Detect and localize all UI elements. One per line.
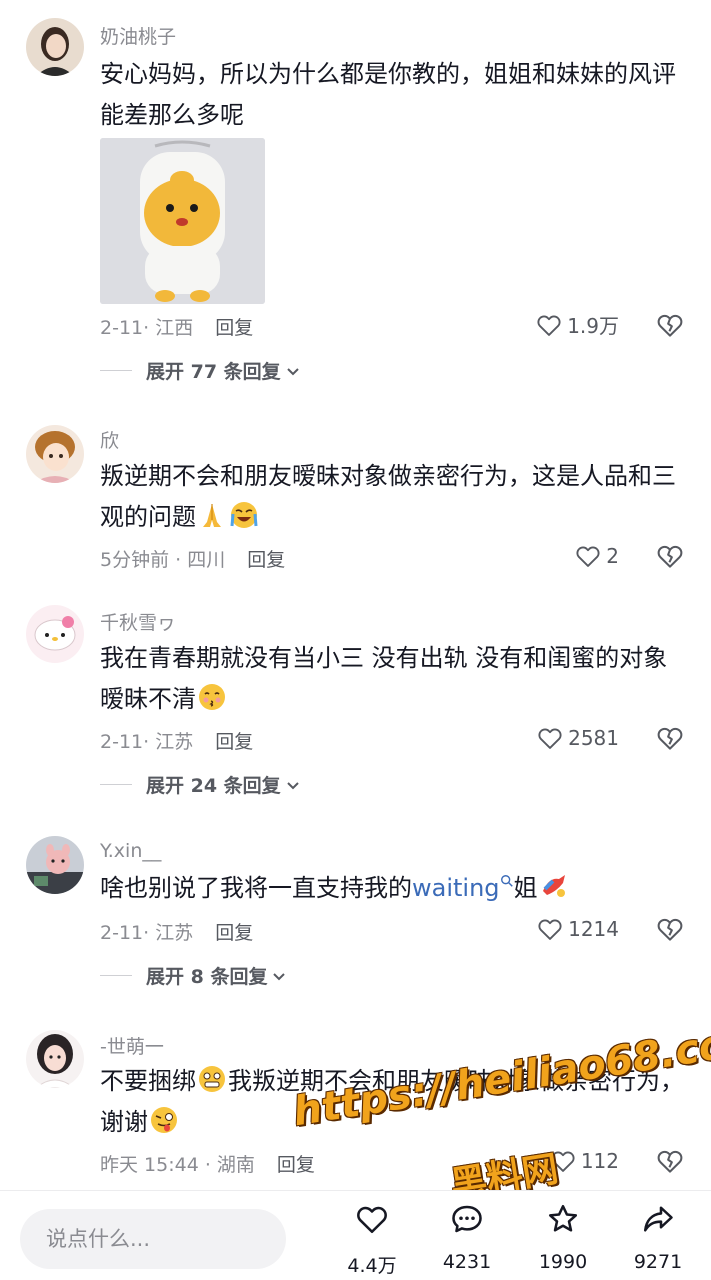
comment-text: 不要捆绑 我叛逆期不会和朋友暧昧对象做亲密行为，谢谢 [100, 1061, 685, 1143]
broken-heart-icon [657, 727, 683, 750]
pray-emoji [197, 500, 227, 530]
like-count: 1214 [568, 917, 619, 941]
like-button[interactable]: 2 [574, 542, 619, 570]
chevron-down-icon [286, 781, 299, 789]
expand-replies-button[interactable]: 展开 24 条回复 [100, 771, 301, 798]
expand-label: 展开 77 条回复 [146, 361, 281, 383]
username[interactable]: 欣 [100, 426, 119, 453]
dancing-emoji [539, 871, 569, 901]
expand-replies-button[interactable]: 展开 77 条回复 [100, 357, 301, 384]
username[interactable]: Y.xin__ [100, 840, 161, 862]
heart-outline-icon [357, 1206, 387, 1234]
divider [100, 975, 132, 976]
dislike-button[interactable] [655, 1146, 685, 1176]
like-action[interactable]: 4.4万 [327, 1201, 417, 1278]
like-button[interactable]: 1.9万 [535, 310, 619, 339]
comment-input[interactable]: 说点什么... [20, 1209, 286, 1269]
favorite-count: 1990 [538, 1251, 588, 1273]
like-count: 112 [580, 1149, 619, 1173]
heart-outline-icon [538, 919, 562, 940]
search-link[interactable]: waiting [412, 874, 514, 902]
search-icon [500, 875, 513, 887]
heart-outline-icon [538, 728, 562, 749]
comment-date-location: 2-11· 江苏 [100, 922, 194, 944]
dislike-button[interactable] [655, 914, 685, 944]
share-arrow-icon [643, 1206, 673, 1232]
avatar[interactable] [26, 18, 84, 76]
heart-outline-icon [551, 1151, 575, 1172]
like-button[interactable]: 112 [549, 1147, 619, 1175]
comment-meta: 2-11· 江苏 回复 [100, 727, 253, 754]
broken-heart-icon [657, 1150, 683, 1173]
comment-text: 我在青春期就没有当小三 没有出轨 没有和闺蜜的对象暧昧不清 [100, 638, 685, 720]
dislike-button[interactable] [655, 723, 685, 753]
avatar[interactable] [26, 425, 84, 483]
reply-button[interactable]: 回复 [277, 1154, 315, 1176]
comment-text: 安心妈妈，所以为什么都是你教的，姐姐和妹妹的风评能差那么多呢 [100, 60, 676, 129]
like-button[interactable]: 2581 [536, 724, 619, 752]
comment-meta: 2-11· 江苏 回复 [100, 918, 253, 945]
like-count: 2 [606, 544, 619, 568]
expand-label: 展开 24 条回复 [146, 775, 281, 797]
comment-text-tail: 姐 [513, 874, 538, 902]
username[interactable]: 奶油桃子 [100, 22, 176, 49]
like-count: 4.4万 [347, 1255, 397, 1277]
comment-text-body: 不要捆绑 [100, 1067, 196, 1095]
comment-date-location: 5分钟前 · 四川 [100, 549, 226, 571]
avatar[interactable] [26, 836, 84, 894]
comment-meta: 2-11· 江西 回复 [100, 313, 253, 340]
search-link-text[interactable]: waiting [412, 874, 500, 902]
broken-heart-icon [657, 545, 683, 568]
comment-date-location: 昨天 15:44 · 湖南 [100, 1154, 255, 1176]
dislike-button[interactable] [655, 310, 685, 340]
kiss-emoji [197, 682, 227, 712]
comment-text: 叛逆期不会和朋友暧昧对象做亲密行为，这是人品和三观的问题 [100, 456, 685, 538]
comment-meta: 昨天 15:44 · 湖南 回复 [100, 1150, 315, 1177]
chevron-down-icon [273, 972, 286, 980]
username[interactable]: -世萌一 [100, 1032, 164, 1059]
reply-button[interactable]: 回复 [215, 922, 253, 944]
expand-replies-button[interactable]: 展开 8 条回复 [100, 962, 287, 989]
chevron-down-icon [286, 367, 299, 375]
comment-text: 啥也别说了我将一直支持我的waiting 姐 [100, 868, 685, 909]
heart-outline-icon [576, 546, 600, 567]
tongue-emoji [149, 1105, 179, 1135]
share-count: 9271 [633, 1251, 683, 1273]
dislike-button[interactable] [655, 541, 685, 571]
reply-button[interactable]: 回复 [247, 549, 285, 571]
like-count: 2581 [568, 726, 619, 750]
bottom-action-bar: 说点什么... 4.4万 4231 1990 9271 [0, 1190, 711, 1280]
expand-label: 展开 8 条回复 [146, 966, 268, 988]
crying-emoji [229, 500, 259, 530]
broken-heart-icon [657, 314, 683, 337]
reply-button[interactable]: 回复 [215, 731, 253, 753]
broken-heart-icon [657, 918, 683, 941]
star-icon [548, 1204, 578, 1232]
reply-button[interactable]: 回复 [215, 317, 253, 339]
divider [100, 370, 132, 371]
comment-bubble-icon [452, 1205, 482, 1233]
username[interactable]: 千秋雪ヮ [100, 608, 176, 635]
avatar[interactable] [26, 1030, 84, 1088]
like-count: 1.9万 [567, 314, 619, 338]
comment-text-body: 我在青春期就没有当小三 没有出轨 没有和闺蜜的对象暧昧不清 [100, 644, 668, 713]
avatar[interactable] [26, 605, 84, 663]
comment-date-location: 2-11· 江苏 [100, 731, 194, 753]
share-action[interactable]: 9271 [613, 1201, 703, 1273]
comment-text-body: 啥也别说了我将一直支持我的 [100, 874, 412, 902]
comment-meta: 5分钟前 · 四川 回复 [100, 545, 285, 572]
favorite-action[interactable]: 1990 [518, 1201, 608, 1273]
comment-action[interactable]: 4231 [422, 1201, 512, 1273]
comment-count: 4231 [442, 1251, 492, 1273]
divider [100, 784, 132, 785]
grimace-emoji [197, 1064, 227, 1094]
heart-outline-icon [537, 315, 561, 336]
comment-date-location: 2-11· 江西 [100, 317, 194, 339]
comment-text-body: 叛逆期不会和朋友暧昧对象做亲密行为，这是人品和三观的问题 [100, 462, 676, 531]
like-button[interactable]: 1214 [536, 915, 619, 943]
comment-sticker-image[interactable] [100, 138, 265, 304]
